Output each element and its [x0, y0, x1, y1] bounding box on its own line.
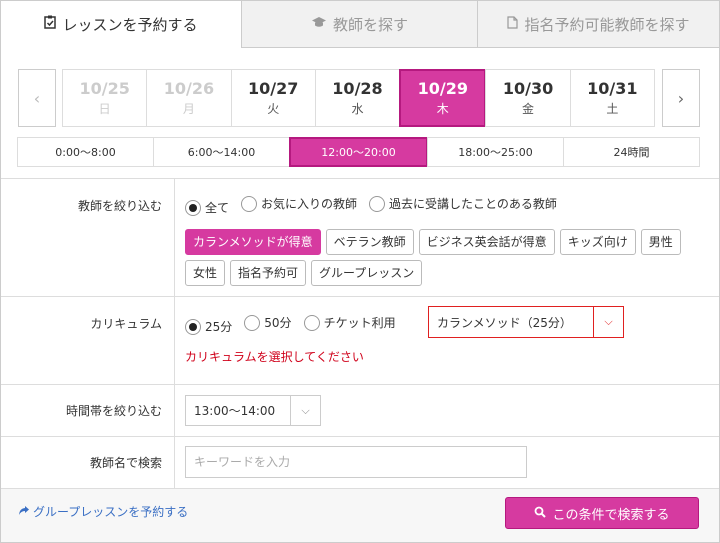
curriculum-error-message: カリキュラムを選択してください [185, 350, 364, 364]
date-weekday: 月 [182, 102, 195, 116]
date-weekday: 金 [522, 102, 535, 116]
date-number: 10/25 [79, 79, 130, 98]
filter-chip[interactable]: ベテラン教師 [325, 229, 414, 255]
radio-option[interactable]: チケット利用 [303, 314, 396, 331]
filter-chip[interactable]: 男性 [640, 229, 681, 255]
radio-circle[interactable] [303, 314, 320, 331]
tab-book-lesson[interactable]: レッスンを予約する [0, 0, 242, 48]
radio-label: 25分 [205, 320, 233, 334]
date-number: 10/27 [248, 79, 299, 98]
radio-option[interactable]: お気に入りの教師 [241, 195, 357, 212]
date-number: 10/29 [417, 79, 468, 98]
date-option: 10/25 日 [62, 69, 148, 127]
radio-option[interactable]: 過去に受講したことのある教師 [369, 195, 557, 212]
next-week-button[interactable]: › [662, 69, 700, 127]
share-arrow-icon [18, 505, 30, 519]
time-range-option[interactable]: 6:00〜14:00 [153, 137, 290, 167]
time-filter-label: 時間帯を絞り込む [1, 385, 175, 436]
date-option[interactable]: 10/29 木 [399, 69, 487, 127]
date-option[interactable]: 10/30 金 [485, 69, 571, 127]
date-option[interactable]: 10/28 水 [314, 69, 401, 127]
date-option: 10/26 月 [146, 69, 232, 127]
curriculum-radio-group: 25分 50分 チケット利用 [185, 314, 408, 335]
filter-chip[interactable]: 指名予約可 [230, 260, 307, 286]
footer-bar: グループレッスンを予約する この条件で検索する [1, 488, 719, 542]
date-option[interactable]: 10/31 土 [569, 69, 655, 127]
filter-chip[interactable]: キッズ向け [559, 229, 636, 255]
tab-label: 指名予約可能教師を探す [524, 15, 690, 34]
chevron-down-icon: ⌵ [290, 396, 320, 425]
date-weekday: 土 [606, 102, 619, 116]
filter-chip[interactable]: カランメソッドが得意 [185, 229, 321, 255]
chevron-right-icon: › [677, 88, 685, 108]
graduation-cap-icon [311, 16, 327, 32]
radio-option[interactable]: 50分 [244, 314, 292, 331]
curriculum-select[interactable]: カランメソッド（25分） ⌵ [428, 306, 624, 338]
teacher-tag-chips: カランメソッドが得意 ベテラン教師 ビジネス英会話が得意 キッズ向け 男性女性 指名予約可… [185, 229, 705, 291]
clipboard-check-icon [44, 15, 57, 33]
time-filter-select-value: 13:00〜14:00 [194, 404, 276, 418]
radio-label: お気に入りの教師 [261, 197, 358, 211]
group-lesson-link-label: グループレッスンを予約する [33, 505, 189, 519]
radio-label: チケット利用 [323, 316, 396, 330]
date-weekday: 日 [98, 102, 111, 116]
tab-bar: レッスンを予約する 教師を探す 指名予約可能教師を探す [0, 0, 720, 48]
tab-label: レッスンを予約する [62, 15, 198, 34]
date-selector: 10/25 日 10/26 月 10/27 火 10/28 水 10/29 木 10/30 金 10/3… [62, 69, 655, 127]
teacher-filter-label: 教師を絞り込む [1, 179, 175, 296]
teacher-name-search-input[interactable] [185, 446, 527, 478]
radio-label: 50分 [264, 316, 292, 330]
time-filter-row: 時間帯を絞り込む 13:00〜14:00 ⌵ [1, 384, 719, 436]
radio-circle[interactable] [369, 195, 386, 212]
teacher-name-search-row: 教師名で検索 [1, 436, 719, 488]
curriculum-select-value: カランメソッド（25分） [437, 315, 572, 330]
tab-find-nominatable-teacher[interactable]: 指名予約可能教師を探す [477, 0, 720, 48]
group-lesson-link[interactable]: グループレッスンを予約する [18, 503, 188, 520]
teacher-filter-row: 教師を絞り込む 全て お気に入りの教師 過去に受講したことのある教師 カランメソッド… [1, 178, 719, 296]
radio-option[interactable]: 25分 [185, 318, 232, 335]
radio-circle[interactable] [241, 195, 258, 212]
teacher-name-search-label: 教師名で検索 [1, 437, 175, 488]
radio-label: 過去に受講したことのある教師 [389, 197, 557, 211]
filter-chip[interactable]: ビジネス英会話が得意 [418, 229, 555, 255]
time-range-option[interactable]: 12:00〜20:00 [289, 137, 428, 167]
search-icon [534, 506, 547, 521]
date-weekday: 水 [351, 102, 364, 116]
tab-find-teacher[interactable]: 教師を探す [241, 0, 478, 48]
curriculum-row: カリキュラム 25分 50分 チケット利用 カランメソッド（25分） ⌵ カリキュラ… [1, 296, 719, 384]
radio-circle[interactable] [185, 199, 201, 216]
curriculum-label: カリキュラム [1, 297, 175, 384]
time-filter-select[interactable]: 13:00〜14:00 ⌵ [185, 395, 321, 426]
radio-option[interactable]: 全て [185, 199, 229, 216]
date-option[interactable]: 10/27 火 [230, 69, 316, 127]
teacher-radio-group: 全て お気に入りの教師 過去に受講したことのある教師 [185, 195, 569, 216]
date-number: 10/26 [163, 79, 215, 98]
time-range-option[interactable]: 0:00〜8:00 [17, 137, 154, 167]
radio-circle[interactable] [244, 314, 261, 331]
time-range-option[interactable]: 24時間 [563, 137, 700, 167]
date-weekday: 火 [267, 102, 280, 116]
radio-circle[interactable] [185, 318, 201, 335]
radio-label: 全て [205, 201, 230, 215]
chevron-down-icon: ⌵ [593, 307, 623, 337]
search-button-label: この条件で検索する [552, 507, 670, 523]
tab-label: 教師を探す [332, 15, 408, 34]
date-number: 10/30 [502, 79, 554, 98]
document-icon [507, 15, 519, 33]
filter-chip[interactable]: 女性 [185, 260, 226, 286]
filter-chip[interactable]: グループレッスン [311, 260, 423, 286]
time-range-selector: 0:00〜8:00 6:00〜14:00 12:00〜20:00 18:00〜25:0… [17, 137, 700, 167]
date-weekday: 木 [436, 102, 449, 116]
date-number: 10/28 [332, 79, 383, 98]
date-number: 10/31 [587, 79, 638, 98]
search-button[interactable]: この条件で検索する [505, 497, 699, 529]
prev-week-button[interactable]: ‹ [18, 69, 56, 127]
time-range-option[interactable]: 18:00〜25:00 [427, 137, 564, 167]
chevron-left-icon: ‹ [33, 88, 41, 108]
